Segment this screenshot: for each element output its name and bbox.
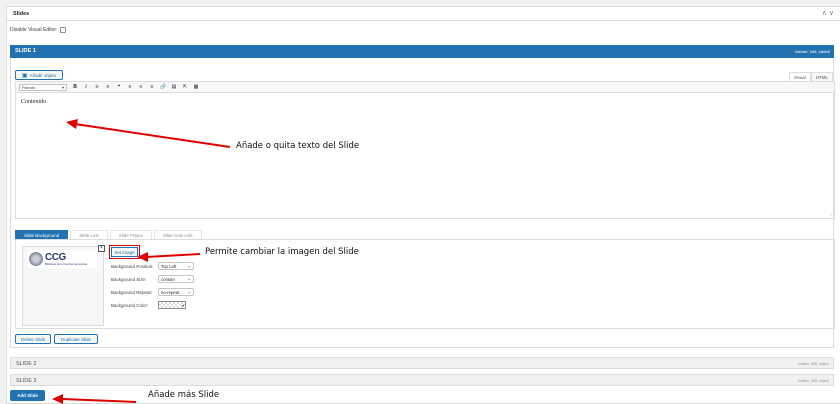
slide-3-header[interactable]: SLIDE 3 #slider_345_slide2 <box>10 374 834 386</box>
slide-2-id: #slider_345_slide1 <box>798 362 829 366</box>
add-media-button[interactable]: ▣ Añadir objeto <box>15 70 63 80</box>
set-image-button[interactable]: Set image <box>109 245 140 259</box>
logo-caption: Biblioteca de la Ciencias Genómicas <box>45 263 88 266</box>
bullet-list-icon[interactable]: ≡ <box>94 84 100 90</box>
background-size-row: Background Size: contain ⌄ <box>111 275 194 283</box>
background-color-label: Background Color: <box>111 302 149 308</box>
background-tabs: Slide Background Slide Link Slide Popus … <box>15 230 202 239</box>
slide-1-title: SLIDE 1 <box>15 48 36 54</box>
bold-icon[interactable]: B <box>72 84 78 90</box>
link-icon[interactable]: 🔗 <box>160 84 166 90</box>
collapse-toggle-icons[interactable]: ∧ ∨ <box>822 9 834 17</box>
slide-3-title: SLIDE 3 <box>16 378 37 384</box>
background-repeat-select[interactable]: no-repeat ⌄ <box>158 288 194 296</box>
tab-slide-background[interactable]: Slide Background <box>15 230 69 239</box>
slide-3-id: #slider_345_slide2 <box>798 379 829 383</box>
slide-2-title: SLIDE 2 <box>16 361 37 367</box>
align-left-icon[interactable]: ≡ <box>127 84 133 90</box>
background-position-row: Background Position: Top Left ⌄ <box>111 262 194 270</box>
tab-html[interactable]: HTML <box>810 72 833 81</box>
panel-title: Slides <box>13 11 30 17</box>
background-repeat-row: Background Repeat: no-repeat ⌄ <box>111 288 194 296</box>
color-picker[interactable]: ▾ <box>158 301 186 309</box>
background-size-select[interactable]: contain ⌄ <box>158 275 194 283</box>
resize-handle-icon[interactable]: ∕ <box>831 212 832 217</box>
annotation-image-change: Permite cambiar la imagen del Slide <box>205 247 359 257</box>
slide-1-id: #slider_345_slide0 <box>794 49 830 54</box>
disable-visual-editor-label: Disable Visual Editor: <box>10 27 58 33</box>
read-more-icon[interactable]: ▤ <box>171 84 177 90</box>
background-position-label: Background Position: <box>111 263 154 269</box>
blockquote-icon[interactable]: ❝ <box>116 84 122 90</box>
add-slide-button[interactable]: Add Slide <box>10 390 45 401</box>
slide-2-header[interactable]: SLIDE 2 #slider_345_slide1 <box>10 357 834 369</box>
tab-slide-solo-link[interactable]: Slide Solo Link <box>153 230 202 239</box>
tab-slide-link[interactable]: Slide Link <box>70 230 108 239</box>
toolbar-toggle-icon[interactable]: ▦ <box>193 84 199 90</box>
slide-1-header[interactable]: SLIDE 1 #slider_345_slide0 <box>10 45 834 58</box>
paragraph-format-select[interactable]: Párrafo ▾ <box>19 83 67 91</box>
remove-image-icon[interactable]: × <box>98 245 105 252</box>
editor-toolbar: Párrafo ▾ B I ≡ ≡ ❝ ≡ ≡ ≡ 🔗 ▤ ⇱ ▦ <box>16 82 834 93</box>
background-repeat-value: no-repeat <box>161 289 180 295</box>
disable-visual-editor-checkbox[interactable] <box>60 27 67 33</box>
paragraph-format-value: Párrafo <box>22 84 36 90</box>
background-settings: CCG Biblioteca de la Ciencias Genómicas … <box>15 239 835 329</box>
background-repeat-label: Background Repeat: <box>111 289 153 295</box>
slide-1-body: ▣ Añadir objeto Visual HTML Párrafo ▾ B I… <box>10 58 835 348</box>
slide-image-preview: CCG Biblioteca de la Ciencias Genómicas <box>27 250 97 268</box>
tab-slide-popus[interactable]: Slide Popus <box>109 230 152 239</box>
text-editor[interactable]: Párrafo ▾ B I ≡ ≡ ❝ ≡ ≡ ≡ 🔗 ▤ ⇱ ▦ Conteni… <box>15 81 835 219</box>
logo-letters: CCG <box>45 252 66 263</box>
chevron-down-icon: ▾ <box>181 302 184 308</box>
disable-visual-editor: Disable Visual Editor: <box>10 27 67 33</box>
background-position-select[interactable]: Top Left ⌄ <box>158 262 194 270</box>
annotation-add-slide: Añade más Slide <box>148 390 220 400</box>
delete-slide-button[interactable]: Delete Slide <box>15 334 51 344</box>
chevron-down-icon: ⌄ <box>187 263 191 268</box>
align-center-icon[interactable]: ≡ <box>138 84 144 90</box>
numbered-list-icon[interactable]: ≡ <box>105 84 111 90</box>
university-seal-image <box>29 252 43 266</box>
duplicate-slide-button[interactable]: Duplicate Slide <box>54 334 98 344</box>
add-media-label: Añadir objeto <box>29 72 57 78</box>
editor-mode-tabs: Visual HTML <box>788 72 833 81</box>
background-size-value: contain <box>161 276 175 282</box>
media-icon: ▣ <box>21 72 28 79</box>
align-right-icon[interactable]: ≡ <box>149 84 155 90</box>
background-size-label: Background Size: <box>111 276 147 282</box>
editor-content[interactable]: Contenido <box>21 99 46 105</box>
chevron-down-icon: ⌄ <box>187 289 191 294</box>
slide-image-thumbnail: CCG Biblioteca de la Ciencias Genómicas … <box>22 245 105 326</box>
logo-block: CCG Biblioteca de la Ciencias Genómicas <box>45 252 87 266</box>
annotation-text-edit: Añade o quita texto del Slide <box>236 141 360 151</box>
panel-header[interactable]: Slides ∧ ∨ <box>7 7 840 21</box>
tab-visual[interactable]: Visual <box>788 72 811 81</box>
background-color-row: Background Color: ▾ <box>111 301 186 309</box>
chevron-down-icon: ▾ <box>61 84 64 90</box>
italic-icon[interactable]: I <box>83 85 89 90</box>
fullscreen-icon[interactable]: ⇱ <box>182 84 188 90</box>
chevron-down-icon: ⌄ <box>187 276 191 281</box>
background-position-value: Top Left <box>161 263 177 269</box>
